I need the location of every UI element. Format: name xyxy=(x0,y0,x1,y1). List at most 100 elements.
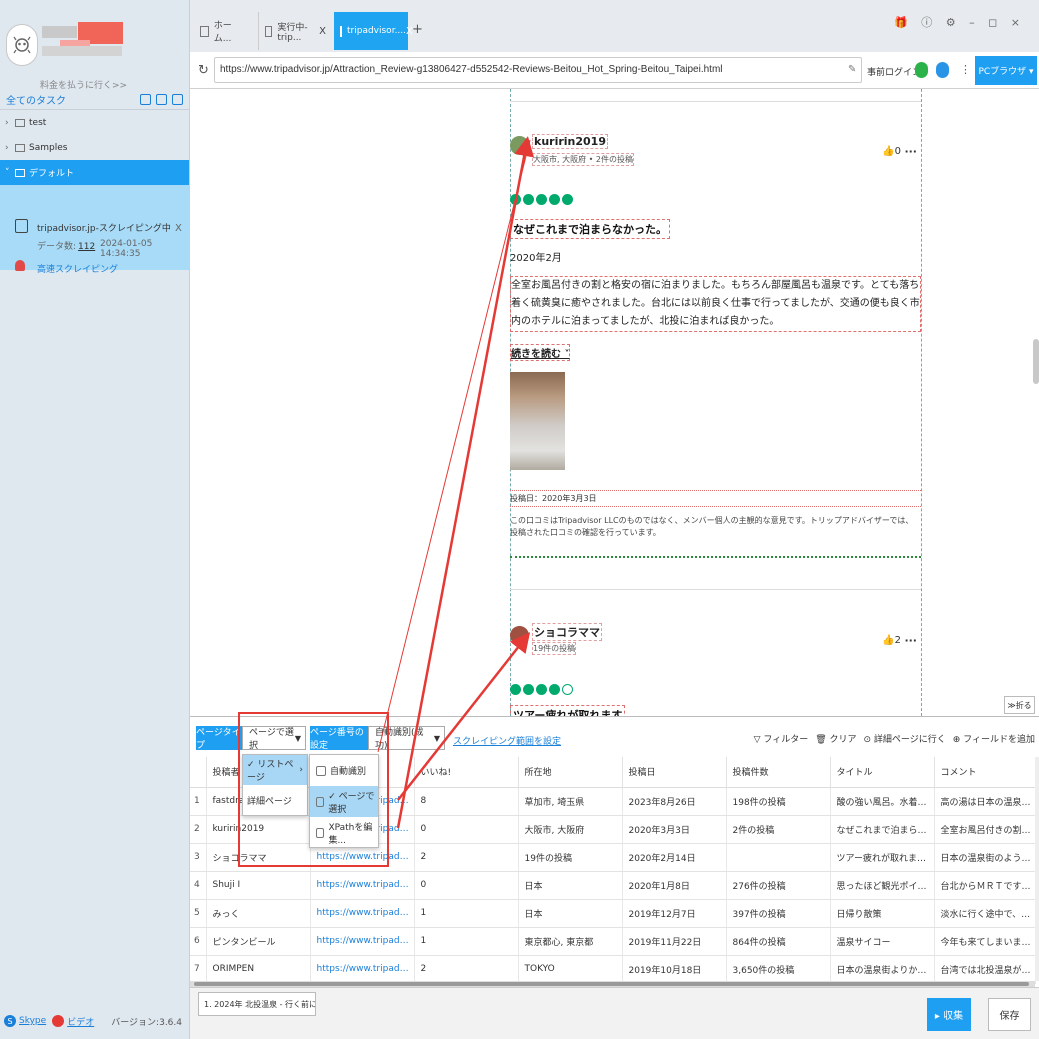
table-cell[interactable]: 台北からＭＲＴですぐにこれる... xyxy=(934,871,1036,900)
tab-home[interactable]: ホーム... xyxy=(194,12,254,50)
table-cell[interactable]: 2020年2月14日 xyxy=(622,843,727,872)
table-cell[interactable]: 日本 xyxy=(518,899,623,928)
menu-dots-icon[interactable]: ⋮ xyxy=(960,63,971,76)
skype-icon[interactable]: S xyxy=(4,1015,16,1027)
page-number-select[interactable]: 自動識別(成功) ▼ xyxy=(368,726,445,751)
page-scrollbar[interactable] xyxy=(1033,339,1039,384)
table-cell[interactable]: 276件の投稿 xyxy=(726,871,831,900)
table-cell[interactable]: 日本の温泉街よりかなりルール... xyxy=(830,955,935,984)
add-field-button[interactable]: ⊕ フィールドを追加 xyxy=(953,732,1035,745)
table-cell[interactable]: 酸の強い風呂。水着に注意。 xyxy=(830,787,935,816)
table-cell[interactable] xyxy=(726,843,831,872)
import-icon[interactable] xyxy=(140,94,151,105)
column-header[interactable]: 所在地 xyxy=(518,757,623,788)
tab-running[interactable]: 実行中-trip... X xyxy=(258,12,332,50)
reviewer-name[interactable]: ショコラママ xyxy=(532,623,602,641)
like-count[interactable]: 👍2 xyxy=(882,635,901,646)
task-card[interactable]: tripadvisor.jp-スクレイピング中 X データ数: 112 2024-… xyxy=(0,185,189,275)
table-cell[interactable]: 温泉サイコー xyxy=(830,927,935,956)
like-count[interactable]: 👍0 xyxy=(882,146,901,157)
option-select-on-page[interactable]: ✓ ページで選択 xyxy=(310,786,378,817)
column-header[interactable]: タイトル xyxy=(830,757,935,788)
new-folder-icon[interactable] xyxy=(172,94,183,105)
collect-button[interactable]: ▸ 収集 xyxy=(927,998,971,1031)
option-list-page[interactable]: ✓ リストページ › xyxy=(243,755,307,785)
table-cell[interactable]: 高の湯は日本の温泉地にある公... xyxy=(934,787,1036,816)
table-cell[interactable]: 草加市, 埼玉県 xyxy=(518,787,623,816)
column-header[interactable]: コメント xyxy=(934,757,1036,788)
reviewer-name[interactable]: kuririn2019 xyxy=(532,134,608,149)
table-cell[interactable]: 今年も来てしまいました。ここ... xyxy=(934,927,1036,956)
table-cell[interactable]: 3,650件の投稿 xyxy=(726,955,831,984)
page-type-button[interactable]: ページタイプ xyxy=(196,726,242,751)
table-cell[interactable]: 1 xyxy=(414,927,519,956)
column-header[interactable]: 投稿件数 xyxy=(726,757,831,788)
save-button[interactable]: 保存 xyxy=(988,998,1031,1031)
folder-test[interactable]: › test xyxy=(0,110,189,135)
table-cell[interactable]: ショコラママ xyxy=(206,843,311,872)
table-cell[interactable]: 2 xyxy=(414,955,519,984)
folder-default[interactable]: ˅ デフォルト xyxy=(0,160,189,185)
clear-button[interactable]: 🗑 クリア xyxy=(815,732,856,745)
table-cell[interactable]: 思ったほど観光ポイントは少ない xyxy=(830,871,935,900)
page-number-button[interactable]: ページ番号の設定 xyxy=(310,726,368,751)
scrollbar-thumb[interactable] xyxy=(194,982,1029,986)
table-cell[interactable]: 2019年12月7日 xyxy=(622,899,727,928)
goto-detail-button[interactable]: ⊙ 詳細ページに行く xyxy=(864,732,946,745)
more-icon[interactable]: ··· xyxy=(904,634,917,647)
reload-icon[interactable]: ↻ xyxy=(198,63,209,78)
skype-link[interactable]: Skype xyxy=(19,1016,46,1026)
tab-tripadvisor[interactable]: tripadvisor.... X xyxy=(334,12,413,50)
table-cell[interactable]: 日本 xyxy=(518,871,623,900)
table-cell[interactable]: 2020年3月3日 xyxy=(622,815,727,844)
url-input[interactable]: https://www.tripadvisor.jp/Attraction_Re… xyxy=(214,57,862,83)
column-header[interactable] xyxy=(190,757,207,788)
option-edit-xpath[interactable]: XPathを編集... xyxy=(310,817,378,848)
table-cell[interactable]: 日本の温泉街のように、丘に沿... xyxy=(934,843,1036,872)
option-detail-page[interactable]: 詳細ページ xyxy=(243,785,307,815)
reviewer-avatar[interactable] xyxy=(510,136,529,155)
table-cell[interactable]: 864件の投稿 xyxy=(726,927,831,956)
table-cell[interactable]: 大阪市, 大阪府 xyxy=(518,815,623,844)
table-cell[interactable]: なぜこれまで泊まらなかった。 xyxy=(830,815,935,844)
table-cell[interactable]: https://www.tripadvisor.jp/Profil... xyxy=(310,955,415,984)
table-cell[interactable]: 0 xyxy=(414,871,519,900)
video-icon[interactable] xyxy=(52,1015,65,1027)
table-cell[interactable]: 2019年11月22日 xyxy=(622,927,727,956)
table-cell[interactable]: 2020年1月8日 xyxy=(622,871,727,900)
table-cell[interactable]: 台湾では北投温泉が有名との事... xyxy=(934,955,1036,984)
folder-samples[interactable]: › Samples xyxy=(0,135,189,160)
table-cell[interactable]: 2 xyxy=(414,843,519,872)
tab-close-button[interactable]: X xyxy=(319,26,326,37)
table-cell[interactable]: ツアー疲れが取れます。 xyxy=(830,843,935,872)
table-cell[interactable]: https://www.tripadvisor.jp/Profil... xyxy=(310,927,415,956)
table-vertical-scrollbar[interactable] xyxy=(1035,757,1039,981)
table-cell[interactable]: 19件の投稿 xyxy=(518,843,623,872)
option-auto-detect[interactable]: 自動識別 xyxy=(310,755,378,786)
table-cell[interactable]: https://www.tripadvisor.jp/Profil... xyxy=(310,871,415,900)
collapse-button[interactable]: ≫折る xyxy=(1004,696,1035,714)
task-close-button[interactable]: X xyxy=(175,223,182,234)
tasks-header-label[interactable]: 全てのタスク xyxy=(6,92,66,107)
new-tab-button[interactable]: + xyxy=(412,22,423,37)
more-icon[interactable]: ··· xyxy=(904,145,917,158)
review-photo[interactable] xyxy=(510,372,565,470)
table-cell[interactable]: 日帰り散策 xyxy=(830,899,935,928)
table-cell[interactable]: 198件の投稿 xyxy=(726,787,831,816)
review-title[interactable]: なぜこれまで泊まらなかった。 xyxy=(510,219,670,239)
pc-browser-button[interactable]: PCブラウザ ▾ xyxy=(975,56,1037,85)
pay-link[interactable]: 料金を払うに行く>> xyxy=(40,78,127,91)
filter-button[interactable]: ▽ フィルター xyxy=(754,732,809,745)
table-row[interactable]: 7ORIMPENhttps://www.tripadvisor.jp/Profi… xyxy=(190,955,1036,984)
table-cell[interactable]: 東京都心, 東京都 xyxy=(518,927,623,956)
table-cell[interactable]: Shuji I xyxy=(206,871,311,900)
table-cell[interactable]: 2件の投稿 xyxy=(726,815,831,844)
table-row[interactable]: 6ピンタンビールhttps://www.tripadvisor.jp/Profi… xyxy=(190,927,1036,956)
task-count[interactable]: 112 xyxy=(78,242,95,252)
extension-green-icon[interactable] xyxy=(915,62,928,78)
table-cell[interactable]: 8 xyxy=(414,787,519,816)
column-header[interactable]: いいね! xyxy=(414,757,519,788)
table-row[interactable]: 5みっくhttps://www.tripadvisor.jp/Profil...… xyxy=(190,899,1036,928)
table-cell[interactable]: ORIMPEN xyxy=(206,955,311,984)
pencil-icon[interactable]: ✎ xyxy=(848,64,856,75)
